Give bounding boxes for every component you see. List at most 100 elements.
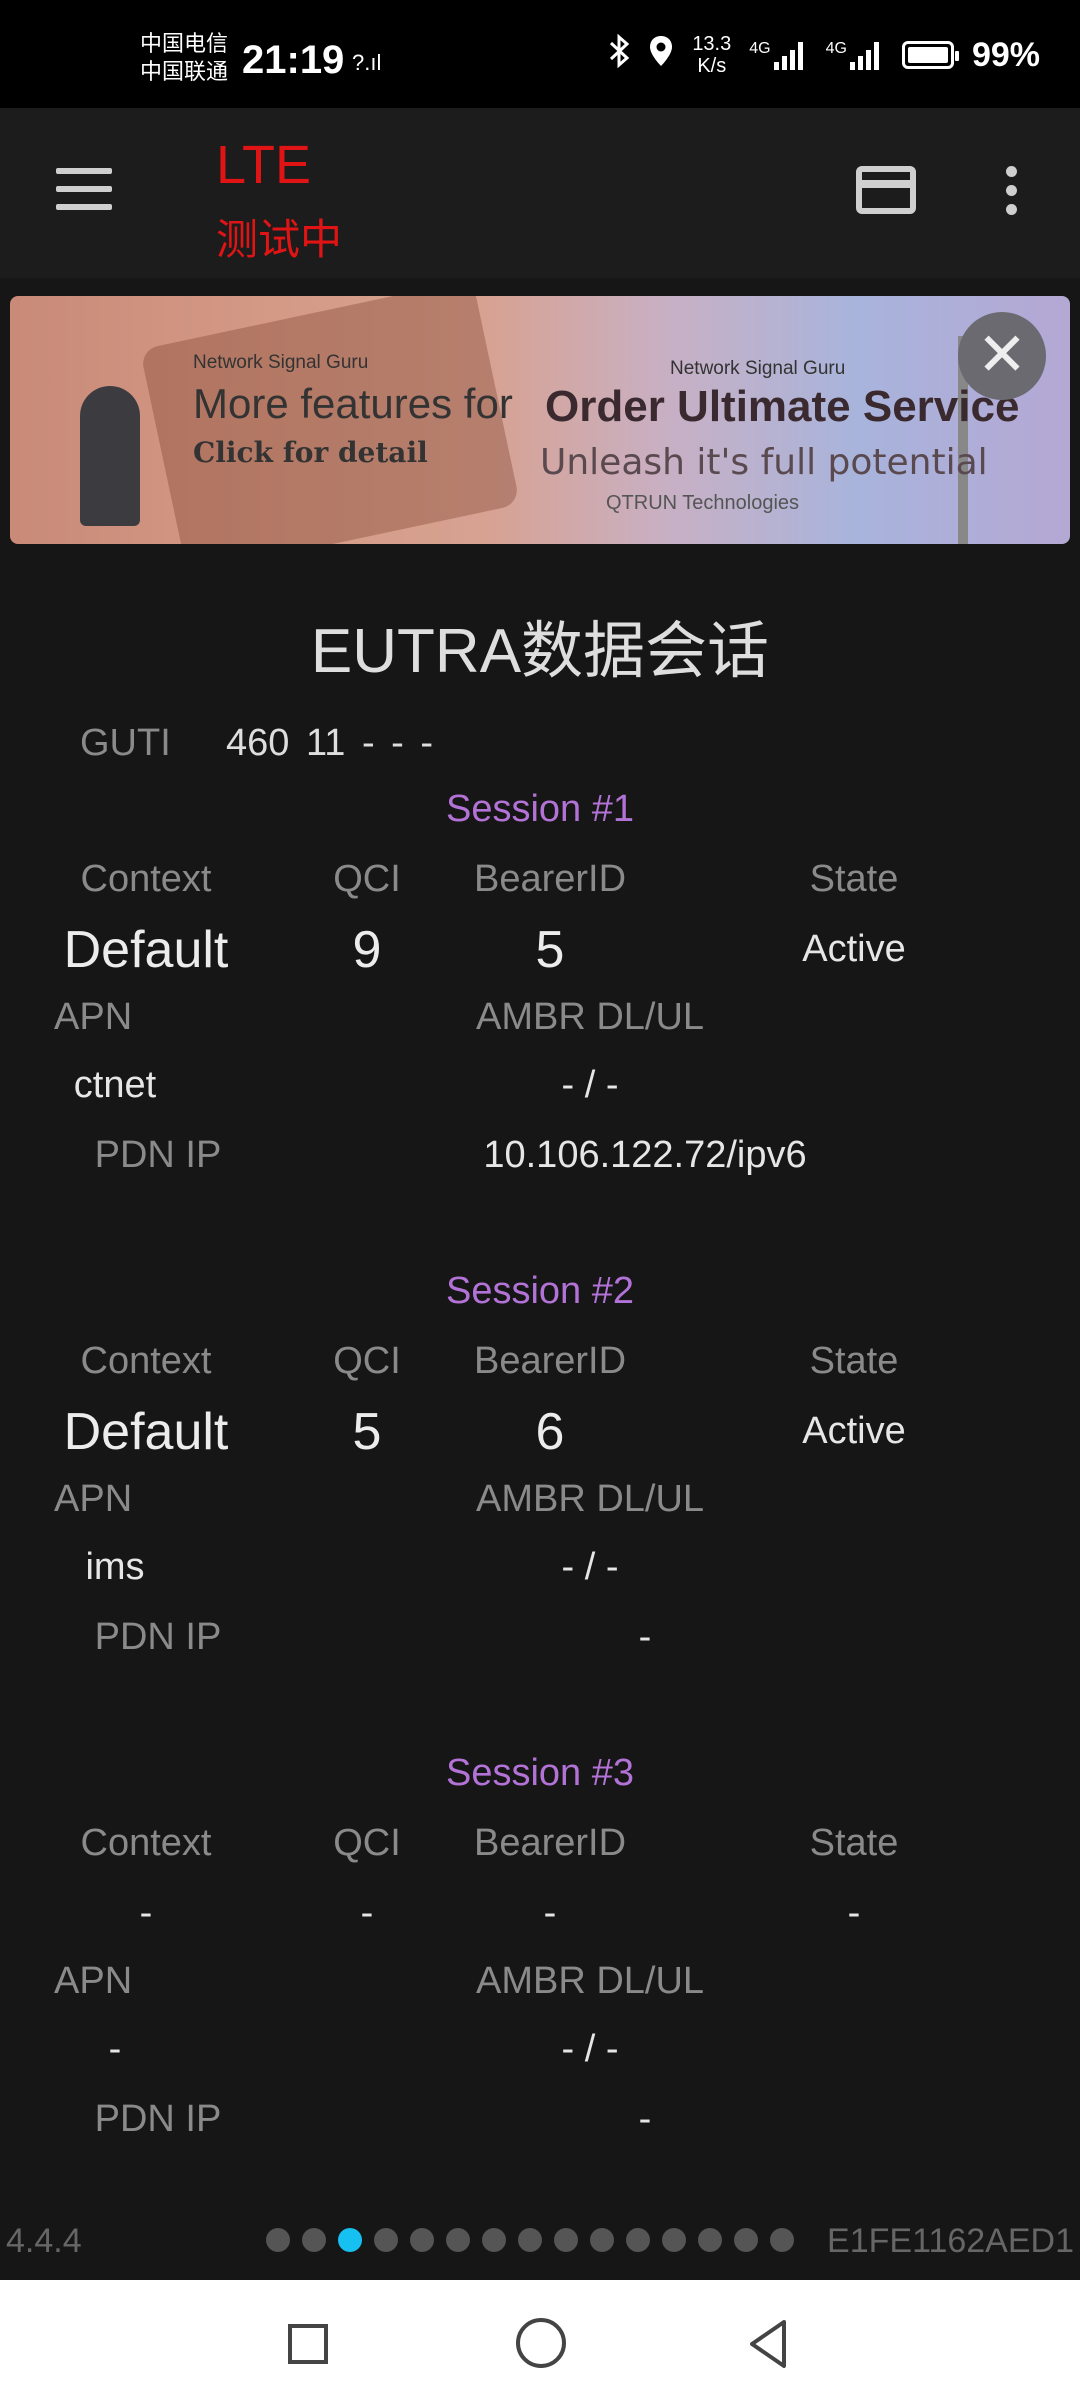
apn-value: ctnet bbox=[73, 1064, 157, 1106]
page-dot[interactable] bbox=[626, 2228, 650, 2252]
state-value: Active bbox=[802, 1410, 906, 1452]
clock: 21:19 bbox=[242, 38, 345, 82]
status-bar: 中国电信 中国联通 21:19 ?.ıl 13.3 K/s 4G 4G 99% bbox=[0, 0, 1080, 108]
session-title: Session #3 bbox=[445, 1752, 634, 1794]
menu-icon[interactable] bbox=[56, 168, 112, 210]
toolbar-subtitle: 测试中 bbox=[216, 216, 343, 263]
qci-value: - bbox=[360, 1892, 374, 1934]
page-dot[interactable] bbox=[554, 2228, 578, 2252]
banner-right-brand: Network Signal Guru bbox=[670, 358, 846, 379]
qci-header: QCI bbox=[333, 1822, 401, 1864]
page-dot[interactable] bbox=[734, 2228, 758, 2252]
context-header: Context bbox=[80, 1822, 212, 1864]
apn-header: APN bbox=[54, 1478, 133, 1520]
banner-right-sub: Unleash it's full potential bbox=[540, 442, 988, 483]
ambr-header: AMBR DL/UL bbox=[475, 996, 705, 1038]
pdn-ip-value: - bbox=[638, 2098, 652, 2140]
page-dot[interactable] bbox=[266, 2228, 290, 2252]
app-version: 4.4.4 bbox=[6, 2222, 82, 2260]
pdn-ip-value: - bbox=[638, 1616, 652, 1658]
apn-header: APN bbox=[54, 996, 133, 1038]
qci-header: QCI bbox=[333, 1340, 401, 1382]
ambr-value: - / - bbox=[561, 1546, 619, 1588]
page-dot[interactable] bbox=[482, 2228, 506, 2252]
bearer-id-value: - bbox=[543, 1892, 557, 1934]
banner-close-button[interactable]: ✕ bbox=[958, 312, 1046, 400]
promo-banner[interactable]: Network Signal Guru More features for Cl… bbox=[10, 296, 1070, 544]
bearer-id-header: BearerID bbox=[473, 858, 627, 900]
network-type-1: 4G bbox=[749, 40, 771, 57]
page-dot[interactable] bbox=[374, 2228, 398, 2252]
page-indicator[interactable] bbox=[266, 2228, 794, 2252]
apn-value: - bbox=[108, 2028, 122, 2070]
carrier-1: 中国电信 bbox=[140, 31, 229, 56]
ambr-value: - / - bbox=[561, 2028, 619, 2070]
bearer-id-value: 6 bbox=[535, 1403, 565, 1461]
app-toolbar: LTE 测试中 bbox=[0, 108, 1080, 278]
toolbar-title: LTE bbox=[216, 135, 312, 195]
page-dot[interactable] bbox=[410, 2228, 434, 2252]
page-title: EUTRA数据会话 bbox=[310, 617, 770, 686]
guti-label: GUTI bbox=[80, 722, 171, 764]
session-title: Session #2 bbox=[445, 1270, 634, 1312]
banner-left-brand: Network Signal Guru bbox=[193, 352, 369, 373]
state-header: State bbox=[809, 1822, 899, 1864]
session-title: Session #1 bbox=[445, 788, 634, 830]
apn-header: APN bbox=[54, 1960, 133, 2002]
qci-value: 9 bbox=[352, 921, 382, 979]
guti-value: 460 11 - - - bbox=[226, 722, 434, 764]
bluetooth-icon bbox=[608, 33, 630, 76]
context-value: Default bbox=[63, 921, 229, 979]
page-dot[interactable] bbox=[590, 2228, 614, 2252]
card-icon[interactable] bbox=[856, 166, 916, 214]
page-dot[interactable] bbox=[302, 2228, 326, 2252]
speed-value: 13.3 bbox=[692, 33, 732, 55]
page-dot[interactable] bbox=[698, 2228, 722, 2252]
apn-value: ims bbox=[85, 1546, 145, 1588]
home-icon[interactable] bbox=[516, 2318, 566, 2368]
bearer-id-value: 5 bbox=[535, 921, 565, 979]
network-speed: 13.3 K/s bbox=[692, 33, 731, 77]
pdn-ip-header: PDN IP bbox=[94, 1616, 222, 1658]
page-dot-active[interactable] bbox=[338, 2228, 362, 2252]
small-signal-indicator: ?.ıl bbox=[352, 50, 382, 75]
banner-left-sub: Click for detail bbox=[193, 436, 428, 469]
device-id: E1FE1162AED1 bbox=[827, 2222, 1074, 2260]
pdn-ip-header: PDN IP bbox=[94, 2098, 222, 2140]
speed-unit: K/s bbox=[697, 55, 727, 77]
state-header: State bbox=[809, 858, 899, 900]
state-value: - bbox=[847, 1892, 861, 1934]
carrier-names: 中国电信 中国联通 bbox=[140, 30, 228, 86]
back-icon[interactable] bbox=[746, 2318, 790, 2370]
more-vert-icon[interactable] bbox=[1006, 166, 1018, 220]
page-dot[interactable] bbox=[770, 2228, 794, 2252]
context-header: Context bbox=[80, 1340, 212, 1382]
bearer-id-header: BearerID bbox=[473, 1340, 627, 1382]
signal-icon-1: 4G bbox=[749, 40, 807, 70]
page-dot[interactable] bbox=[662, 2228, 686, 2252]
banner-company: QTRUN Technologies bbox=[606, 492, 800, 514]
status-icons: 13.3 K/s 4G 4G 99% bbox=[608, 30, 1040, 80]
state-value: Active bbox=[802, 928, 906, 970]
banner-right-main: Order Ultimate Service bbox=[545, 382, 1020, 431]
context-value: - bbox=[139, 1892, 153, 1934]
page-dot[interactable] bbox=[446, 2228, 470, 2252]
ambr-value: - / - bbox=[561, 1064, 619, 1106]
recents-icon[interactable] bbox=[288, 2324, 328, 2364]
qci-header: QCI bbox=[333, 858, 401, 900]
location-icon bbox=[648, 34, 674, 76]
person-illustration bbox=[80, 386, 140, 526]
ambr-header: AMBR DL/UL bbox=[475, 1478, 705, 1520]
battery-icon bbox=[901, 41, 959, 69]
qci-value: 5 bbox=[352, 1403, 382, 1461]
battery-percent: 99% bbox=[971, 35, 1040, 74]
pdn-ip-value: 10.106.122.72/ipv6 bbox=[483, 1134, 807, 1176]
context-value: Default bbox=[63, 1403, 229, 1461]
signal-icon-2: 4G bbox=[826, 40, 884, 70]
bearer-id-header: BearerID bbox=[473, 1822, 627, 1864]
banner-left-main: More features for bbox=[193, 380, 513, 427]
pdn-ip-header: PDN IP bbox=[94, 1134, 222, 1176]
state-header: State bbox=[809, 1340, 899, 1382]
network-type-2: 4G bbox=[825, 40, 847, 57]
page-dot[interactable] bbox=[518, 2228, 542, 2252]
